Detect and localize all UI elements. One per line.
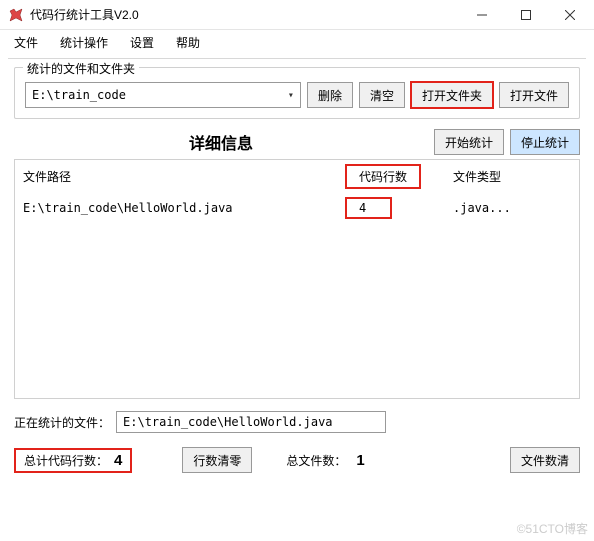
- total-lines-value: 4: [114, 452, 122, 469]
- cell-type: .java...: [445, 193, 579, 223]
- detail-scroll[interactable]: 文件路径 代码行数 文件类型 E:\train_code\HelloWorld.…: [15, 160, 579, 398]
- close-button[interactable]: [548, 1, 592, 29]
- cell-path: E:\train_code\HelloWorld.java: [15, 193, 345, 223]
- path-value: E:\train_code: [32, 88, 126, 102]
- col-header-lines: 代码行数: [345, 160, 445, 193]
- minimize-button[interactable]: [460, 1, 504, 29]
- status-file-field[interactable]: E:\train_code\HelloWorld.java: [116, 411, 386, 433]
- menu-statops[interactable]: 统计操作: [50, 31, 118, 54]
- col-header-type: 文件类型: [445, 160, 579, 193]
- app-icon: [8, 7, 24, 23]
- clear-button[interactable]: 清空: [359, 82, 405, 108]
- menubar: 文件 统计操作 设置 帮助: [0, 30, 594, 54]
- menu-help[interactable]: 帮助: [166, 31, 210, 54]
- maximize-button[interactable]: [504, 1, 548, 29]
- delete-button[interactable]: 删除: [307, 82, 353, 108]
- stop-stats-button[interactable]: 停止统计: [510, 129, 580, 155]
- separator: [8, 58, 586, 59]
- detail-title: 详细信息: [14, 130, 428, 154]
- window-title: 代码行统计工具V2.0: [30, 6, 460, 23]
- total-files-label: 总文件数：: [286, 452, 346, 469]
- cell-lines: 4: [345, 193, 445, 223]
- watermark: ©51CTO博客: [517, 520, 588, 537]
- files-clear-button[interactable]: 文件数清: [510, 447, 580, 473]
- detail-table-container: 文件路径 代码行数 文件类型 E:\train_code\HelloWorld.…: [14, 159, 580, 399]
- path-groupbox: 统计的文件和文件夹 E:\train_code ▾ 删除 清空 打开文件夹 打开…: [14, 67, 580, 119]
- total-files-value: 1: [356, 452, 364, 469]
- detail-table: 文件路径 代码行数 文件类型 E:\train_code\HelloWorld.…: [15, 160, 579, 223]
- menu-settings[interactable]: 设置: [120, 31, 164, 54]
- col-header-path: 文件路径: [15, 160, 345, 193]
- menu-file[interactable]: 文件: [4, 31, 48, 54]
- total-lines-box: 总计代码行数： 4: [14, 448, 132, 473]
- table-row[interactable]: E:\train_code\HelloWorld.java 4 .java...: [15, 193, 579, 223]
- chevron-down-icon: ▾: [288, 90, 294, 101]
- status-label: 正在统计的文件：: [14, 414, 110, 431]
- start-stats-button[interactable]: 开始统计: [434, 129, 504, 155]
- titlebar: 代码行统计工具V2.0: [0, 0, 594, 30]
- total-lines-label: 总计代码行数：: [24, 452, 108, 469]
- lines-clear-button[interactable]: 行数清零: [182, 447, 252, 473]
- groupbox-title: 统计的文件和文件夹: [23, 60, 139, 77]
- path-combobox[interactable]: E:\train_code ▾: [25, 82, 301, 108]
- open-folder-button[interactable]: 打开文件夹: [411, 82, 493, 108]
- open-file-button[interactable]: 打开文件: [499, 82, 569, 108]
